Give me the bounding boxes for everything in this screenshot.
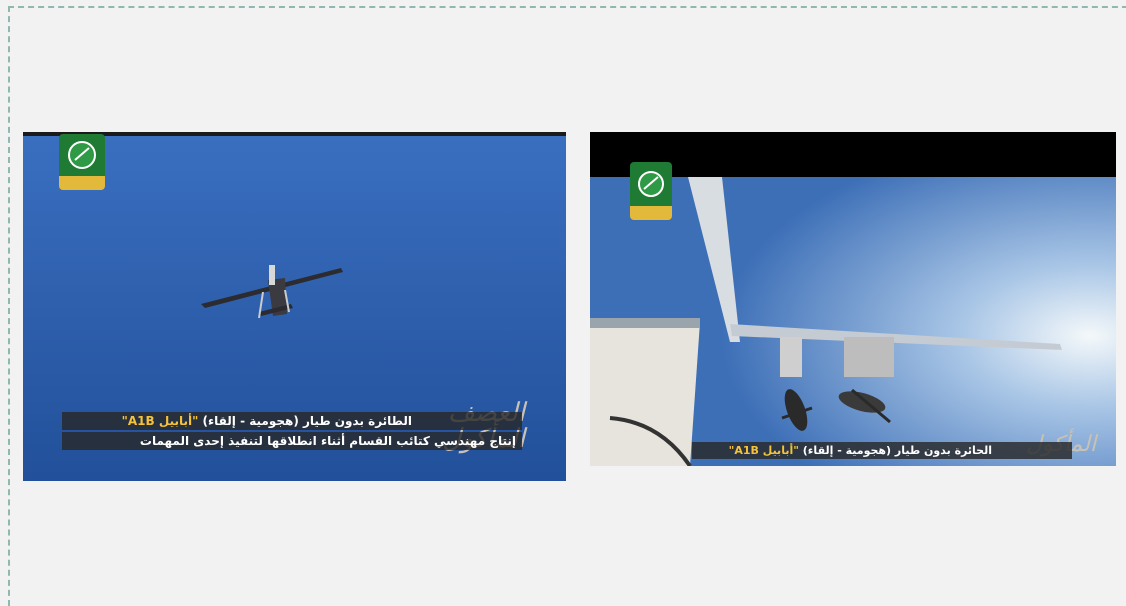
drone-name-label: "أبابيل A1B" — [728, 444, 799, 457]
photo-drone-in-flight: العصف المأكول الطائرة بدون طيار (هجومية … — [23, 132, 566, 481]
caption-box: الحائرة بدون طيار (هجومية - إلقاء) "أباب… — [692, 442, 1072, 459]
caption-line-2: إنتاج مهندسي كتائب القسام أثناء انطلاقها… — [62, 432, 522, 450]
caption-line-1: الحائرة بدون طيار (هجومية - إلقاء) "أباب… — [692, 442, 1072, 459]
photo-drone-wing-bombs: المأكول الحائرة بدون طيار (هجومية - إلقا… — [590, 132, 1116, 466]
caption-line-1: الطائرة بدون طيار (هجومية - إلقاء) "أباب… — [62, 412, 522, 430]
caption-title: الطائرة بدون طيار (هجومية - إلقاء) — [198, 414, 412, 428]
qassam-logo-icon — [59, 134, 105, 190]
qassam-logo-icon — [630, 162, 672, 220]
caption-box: الطائرة بدون طيار (هجومية - إلقاء) "أباب… — [62, 412, 522, 450]
drone-name-label: "أبابيل A1B" — [121, 414, 199, 428]
caption-title: الحائرة بدون طيار (هجومية - إلقاء) — [798, 444, 992, 457]
